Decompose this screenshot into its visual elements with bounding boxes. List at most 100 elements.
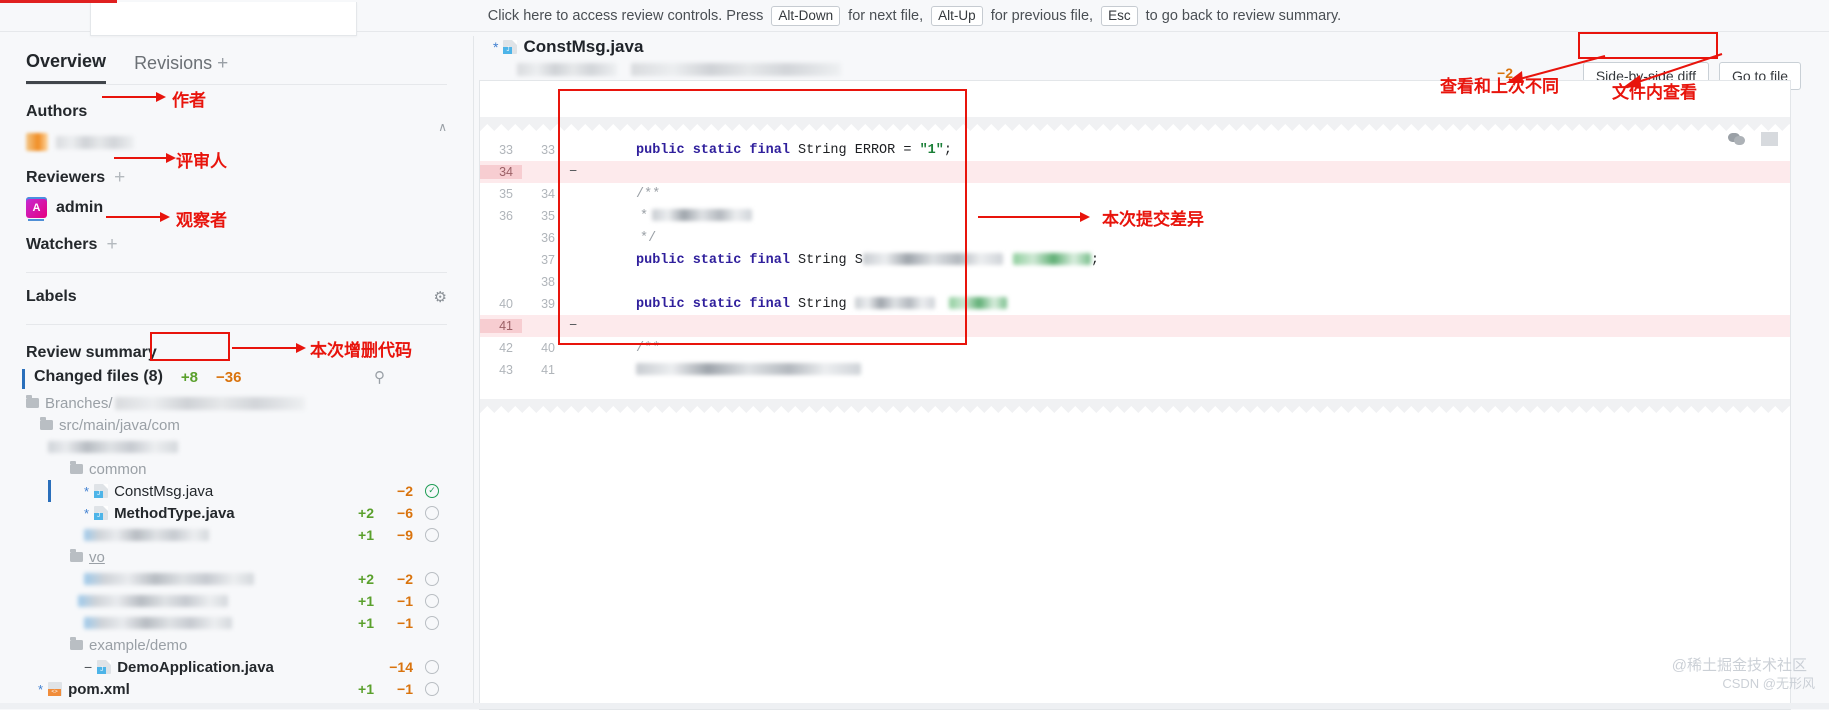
hint-text-1: Click here to access review controls. Pr…	[487, 7, 768, 24]
modified-star-icon: *	[84, 505, 90, 521]
tree-file-redacted-3[interactable]: +1 −1	[26, 590, 447, 612]
annotation-arrow-side-by-side	[1506, 55, 1606, 83]
added-count: +1	[358, 593, 374, 609]
annotation-box-diff-area	[558, 89, 967, 345]
plus-icon[interactable]: +	[217, 53, 228, 74]
folder-name: vo	[89, 548, 105, 566]
changed-files-row[interactable]: Changed files (8) +8 −36 ⚲	[22, 368, 447, 389]
file-status-done-icon[interactable]: ✓	[425, 484, 439, 498]
avatar	[26, 133, 48, 151]
watchers-section-header: Watchers +	[26, 235, 447, 254]
top-floating-panel	[90, 2, 357, 36]
tree-file-redacted-4[interactable]: +1 −1	[26, 612, 447, 634]
tree-folder-src[interactable]: src/main/java/com	[26, 414, 447, 436]
file-diff-counts: +1 −1	[352, 615, 413, 631]
watermark-line-2: CSDN @无形风	[1722, 676, 1815, 691]
reviewers-section-header: Reviewers +	[26, 168, 447, 187]
hint-text-2: for next file,	[844, 7, 928, 24]
authors-label: Authors	[26, 103, 88, 120]
added-count: +1	[358, 615, 374, 631]
kbd-alt-up: Alt-Up	[931, 5, 983, 26]
file-diff-counts: +1 −1	[352, 593, 413, 609]
file-status-pending-icon[interactable]	[425, 682, 439, 696]
reviewer-name: admin	[56, 198, 104, 216]
file-name: MethodType.java	[114, 504, 235, 522]
tree-folder-redacted[interactable]	[26, 436, 447, 458]
removed-count: −1	[397, 593, 413, 609]
watchers-label: Watchers	[26, 236, 98, 253]
review-sidebar: Overview Revisions + ∧ Authors Reviewers …	[0, 36, 474, 709]
divider	[26, 324, 447, 325]
file-diff-counts: +1 −9	[352, 527, 413, 543]
authors-section-header: Authors	[26, 103, 447, 121]
tab-revisions-label: Revisions	[134, 53, 213, 73]
new-line-number: 41	[541, 363, 555, 377]
file-status-pending-icon[interactable]	[425, 528, 439, 542]
tree-file-methodtype[interactable]: * MethodType.java +2 −6	[26, 502, 447, 524]
modified-star-icon: *	[38, 681, 44, 697]
diff-row: 43 41	[480, 359, 1790, 381]
hint-text-4: to go back to review summary.	[1141, 7, 1342, 24]
annotation-diff-area: 本次提交差异	[1102, 210, 1204, 229]
folder-icon	[70, 637, 83, 650]
folder-name-redacted	[48, 441, 178, 453]
bottom-edge	[0, 703, 1829, 709]
changed-files-tree: Branches/ src/main/java/com common * Con…	[26, 392, 447, 700]
file-name: ConstMsg.java	[114, 482, 214, 500]
total-removed-count: −36	[216, 368, 242, 386]
hint-text-3: for previous file,	[986, 7, 1098, 24]
tree-file-demoapplication[interactable]: − DemoApplication.java −14	[26, 656, 447, 678]
file-status-pending-icon[interactable]	[425, 594, 439, 608]
xml-file-icon	[48, 682, 63, 696]
folder-name: src/main/java/com	[59, 416, 180, 434]
add-watcher-icon[interactable]: +	[106, 235, 117, 254]
avatar: A	[26, 197, 47, 221]
annotation-reviewers: 评审人	[176, 152, 227, 171]
labels-label: Labels	[26, 288, 77, 305]
file-diff-counts: +2 −6	[352, 505, 413, 521]
tree-file-redacted-1[interactable]: +1 −9	[26, 524, 447, 546]
reviewers-label: Reviewers	[26, 169, 106, 186]
tree-folder-vo[interactable]: vo	[26, 546, 447, 568]
old-line-number: 36	[499, 209, 513, 223]
tree-file-constmsg[interactable]: * ConstMsg.java −2 ✓	[26, 480, 447, 502]
java-file-icon	[97, 660, 112, 674]
file-status-pending-icon[interactable]	[425, 660, 439, 674]
search-icon[interactable]: ⚲	[374, 368, 385, 386]
file-name-redacted	[84, 529, 209, 541]
file-diff-counts: −14	[352, 659, 413, 675]
tree-file-pomxml[interactable]: * pom.xml +1 −1	[26, 678, 447, 700]
modified-star-icon: *	[493, 39, 499, 55]
annotation-arrow-watchers	[106, 212, 170, 222]
java-file-icon	[94, 506, 109, 520]
top-accent-line	[0, 0, 117, 3]
tree-folder-branches[interactable]: Branches/	[26, 392, 447, 414]
removed-count: −6	[397, 505, 413, 521]
labels-section-header: Labels ⚙	[26, 288, 447, 306]
reviewer-entry-admin[interactable]: A admin	[26, 197, 447, 221]
author-entry[interactable]	[26, 133, 447, 151]
tree-folder-common[interactable]: common	[26, 458, 447, 480]
folder-icon	[70, 461, 83, 474]
file-status-pending-icon[interactable]	[425, 616, 439, 630]
removed-count: −1	[397, 615, 413, 631]
file-name-redacted	[78, 595, 228, 607]
chevron-up-icon[interactable]: ∧	[438, 120, 447, 134]
folder-name: example/demo	[89, 636, 188, 654]
old-line-number: 41	[480, 319, 522, 333]
folder-icon	[70, 549, 83, 562]
tree-file-redacted-2[interactable]: +2 −2	[26, 568, 447, 590]
tab-revisions[interactable]: Revisions +	[134, 53, 228, 84]
removed-count: −14	[389, 659, 413, 675]
collapsed-region-bottom[interactable]	[480, 399, 1790, 413]
file-status-pending-icon[interactable]	[425, 506, 439, 520]
tab-overview[interactable]: Overview	[26, 51, 107, 84]
add-reviewer-icon[interactable]: +	[114, 168, 125, 187]
annotation-watchers: 观察者	[176, 211, 227, 230]
tree-folder-example-demo[interactable]: example/demo	[26, 634, 447, 656]
selection-bar	[48, 480, 51, 502]
old-line-number: 43	[499, 363, 513, 377]
gear-icon[interactable]: ⚙	[434, 288, 447, 306]
file-status-pending-icon[interactable]	[425, 572, 439, 586]
folder-name-redacted	[114, 396, 305, 410]
